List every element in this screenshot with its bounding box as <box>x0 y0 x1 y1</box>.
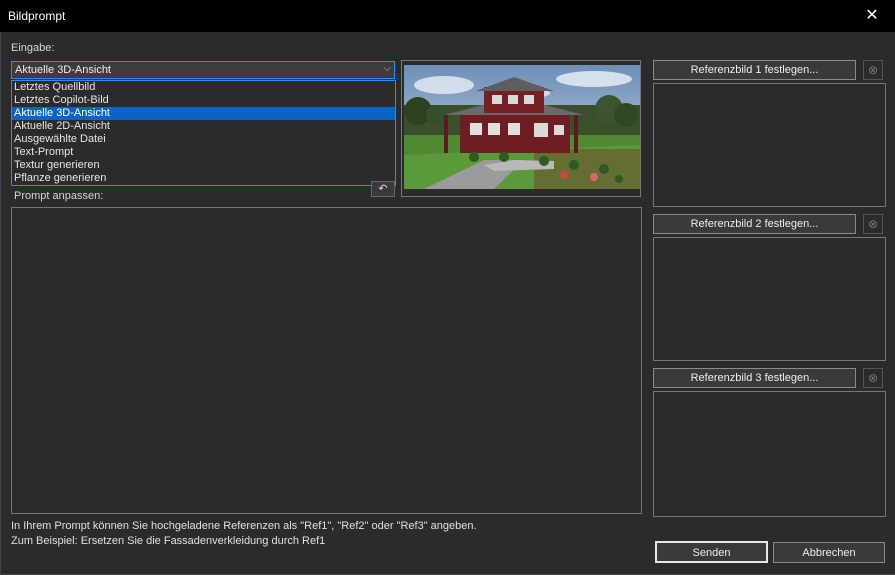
dropdown-option[interactable]: Textur generieren <box>12 159 395 172</box>
hint-line-2: Zum Beispiel: Ersetzen Sie die Fassadenv… <box>11 535 326 547</box>
prompt-label: Prompt anpassen: <box>14 190 104 202</box>
dropdown-option[interactable]: Letztes Copilot-Bild <box>12 94 395 107</box>
hint-line-1: In Ihrem Prompt können Sie hochgeladene … <box>11 520 477 532</box>
clear-reference-1-icon[interactable]: ⊗ <box>863 60 883 80</box>
reset-prompt-icon[interactable]: ↶ <box>371 181 395 197</box>
dropdown-option[interactable]: Letztes Quellbild <box>12 81 395 94</box>
dropdown-option[interactable]: Ausgewählte Datei <box>12 133 395 146</box>
prompt-textarea[interactable] <box>11 207 642 514</box>
window-title: Bildprompt <box>8 9 66 23</box>
reference-1-preview <box>653 83 886 207</box>
cancel-button[interactable]: Abbrechen <box>773 542 885 563</box>
input-dropdown-list: Letztes Quellbild Letztes Copilot-Bild A… <box>11 80 396 186</box>
close-icon[interactable]: ✕ <box>849 0 895 32</box>
clear-reference-2-icon[interactable]: ⊗ <box>863 214 883 234</box>
reference-2-preview <box>653 237 886 361</box>
dropdown-option-selected[interactable]: Aktuelle 3D-Ansicht <box>12 107 395 120</box>
send-button[interactable]: Senden <box>655 541 768 563</box>
dropdown-option[interactable]: Aktuelle 2D-Ansicht <box>12 120 395 133</box>
reference-3-preview <box>653 391 886 517</box>
input-combobox[interactable]: Aktuelle 3D-Ansicht ⌵ <box>11 61 395 79</box>
preview-image <box>404 65 640 189</box>
chevron-down-icon[interactable]: ⌵ <box>383 63 391 74</box>
input-label: Eingabe: <box>11 42 55 54</box>
set-reference-1-button[interactable]: Referenzbild 1 festlegen... <box>653 60 856 80</box>
dropdown-option[interactable]: Pflanze generieren <box>12 172 395 185</box>
clear-reference-3-icon[interactable]: ⊗ <box>863 368 883 388</box>
dropdown-option[interactable]: Text-Prompt <box>12 146 395 159</box>
set-reference-2-button[interactable]: Referenzbild 2 festlegen... <box>653 214 856 234</box>
dialog-body: Eingabe: Aktuelle 3D-Ansicht ⌵ Letztes Q… <box>0 32 895 575</box>
combobox-value: Aktuelle 3D-Ansicht <box>15 64 111 76</box>
title-bar: Bildprompt ✕ <box>0 0 895 32</box>
set-reference-3-button[interactable]: Referenzbild 3 festlegen... <box>653 368 856 388</box>
